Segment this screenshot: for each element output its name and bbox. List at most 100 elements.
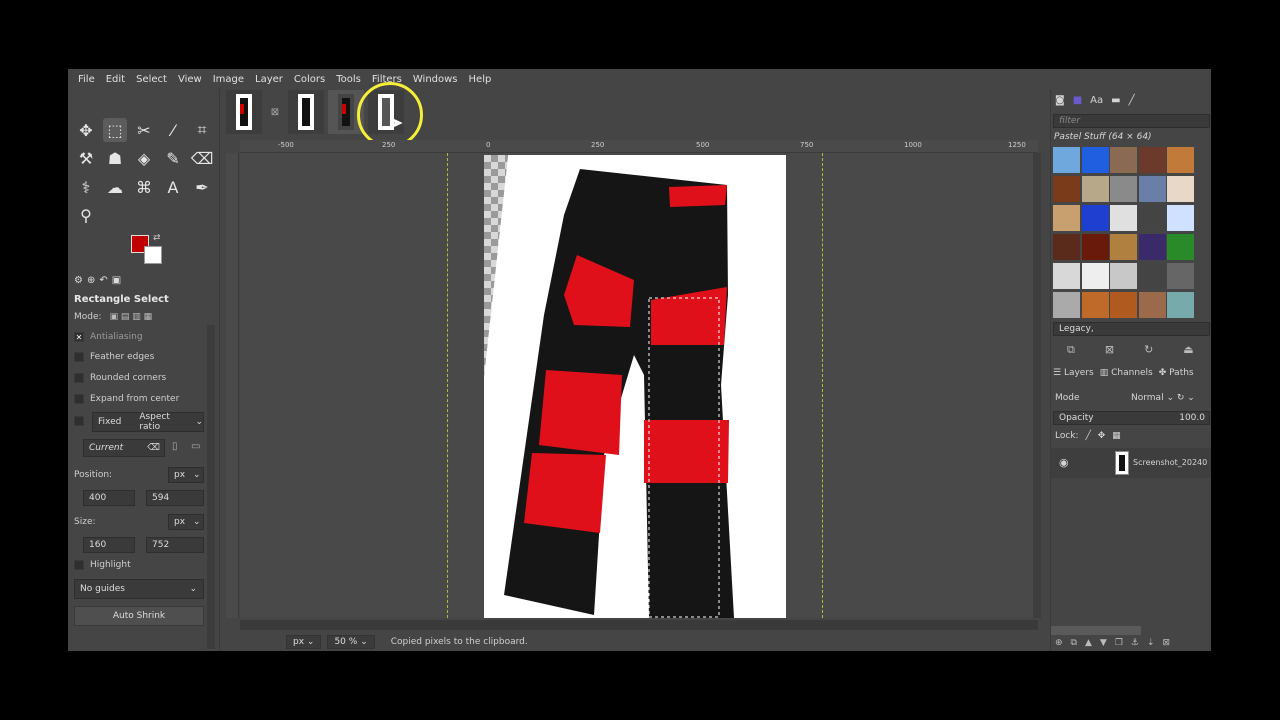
image-tab-1[interactable] — [226, 90, 262, 134]
menu-windows[interactable]: Windows — [413, 74, 458, 85]
pattern-swatch[interactable] — [1081, 176, 1109, 202]
menu-select[interactable]: Select — [136, 74, 167, 85]
size-unit-select[interactable]: px ⌄ — [168, 514, 204, 530]
menu-tools[interactable]: Tools — [336, 74, 361, 85]
paintbrush-tool-icon[interactable]: ✎ — [161, 146, 185, 170]
current-field[interactable]: Current ⌫ — [83, 439, 165, 457]
tab-paths[interactable]: ✤ Paths — [1159, 368, 1194, 378]
clear-icon[interactable]: ⌫ — [147, 443, 160, 453]
position-unit-select[interactable]: px ⌄ — [168, 467, 204, 483]
pattern-swatch[interactable] — [1081, 147, 1109, 173]
pattern-swatch[interactable] — [1110, 205, 1137, 231]
pattern-swatch[interactable] — [1053, 176, 1080, 202]
feather-row[interactable]: Feather edges — [74, 352, 154, 362]
position-y-input[interactable]: 594 — [146, 490, 204, 506]
canvas-vertical-scrollbar[interactable] — [1033, 153, 1041, 618]
pattern-swatch[interactable] — [1081, 234, 1109, 260]
tool-options-scrollbar[interactable] — [207, 325, 215, 649]
highlight-row[interactable]: Highlight — [74, 560, 131, 570]
tab-layers[interactable]: ☰ Layers — [1053, 368, 1094, 378]
size-w-input[interactable]: 160 — [83, 537, 135, 553]
crop-tool-icon[interactable]: ⌗ — [190, 118, 214, 142]
lock-position-icon[interactable]: ✥ — [1098, 431, 1106, 441]
rect-select-tool-icon[interactable]: ⬚ — [103, 118, 127, 142]
pattern-swatch[interactable] — [1081, 205, 1109, 231]
canvas-horizontal-scrollbar[interactable] — [240, 620, 1038, 630]
portrait-icon[interactable]: ▯ — [172, 441, 178, 452]
color-picker-tool-icon[interactable]: ✒ — [190, 175, 214, 199]
move-tool-icon[interactable]: ✥ — [74, 118, 98, 142]
device-status-tab-icon[interactable]: ⊕ — [87, 275, 95, 289]
tab-channels[interactable]: ▥ Channels — [1100, 368, 1153, 378]
duplicate-icon[interactable]: ⧉ — [1067, 343, 1075, 357]
expand-checkbox[interactable] — [74, 394, 84, 404]
zoom-select[interactable]: 50 % ⌄ — [327, 634, 375, 649]
brushes-tab-icon[interactable]: ◙ — [1055, 95, 1065, 106]
pattern-swatch[interactable] — [1167, 205, 1194, 231]
patterns-tab-icon[interactable]: ■ — [1073, 95, 1082, 106]
position-x-input[interactable]: 400 — [83, 490, 135, 506]
fixed-dropdown[interactable]: Fixed Aspect ratio ⌄ — [92, 412, 204, 432]
pattern-swatch[interactable] — [1081, 292, 1109, 318]
highlight-checkbox[interactable] — [74, 560, 84, 570]
pattern-swatch[interactable] — [1138, 263, 1166, 289]
pattern-swatch[interactable] — [1110, 292, 1137, 318]
pattern-swatch[interactable] — [1138, 176, 1166, 202]
image-tab-2[interactable] — [288, 90, 324, 134]
auto-shrink-button[interactable]: Auto Shrink — [74, 606, 204, 626]
eye-icon[interactable]: ◉ — [1059, 456, 1069, 469]
layer-mode-select[interactable]: Normal ⌄ ↻ ⌄ — [1131, 393, 1195, 403]
layers-scrollbar[interactable] — [1051, 626, 1141, 635]
fixed-checkbox[interactable] — [74, 416, 84, 426]
pattern-swatch[interactable] — [1053, 147, 1080, 173]
antialiasing-row[interactable]: ✕ Antialiasing — [74, 332, 143, 342]
guides-dropdown[interactable]: No guides ⌄ — [74, 579, 204, 599]
pattern-swatch[interactable] — [1110, 234, 1137, 260]
pattern-swatch[interactable] — [1138, 147, 1166, 173]
export-icon[interactable]: ⏏ — [1183, 343, 1193, 357]
text-tool-icon[interactable]: A — [161, 175, 185, 199]
pattern-swatch[interactable] — [1081, 263, 1109, 289]
antialiasing-checkbox[interactable]: ✕ — [74, 332, 84, 342]
menu-file[interactable]: File — [78, 74, 95, 85]
smudge-tool-icon[interactable]: ☁ — [103, 175, 127, 199]
close-icon[interactable]: ⊠ — [266, 90, 284, 134]
pattern-filter-input[interactable]: filter — [1053, 114, 1210, 128]
refresh-icon[interactable]: ↻ — [1144, 343, 1153, 357]
menu-view[interactable]: View — [178, 74, 202, 85]
new-group-icon[interactable]: ⧉ — [1071, 638, 1077, 648]
rounded-checkbox[interactable] — [74, 373, 84, 383]
delete-icon[interactable]: ⊠ — [1105, 343, 1114, 357]
layer-row[interactable]: ◉ Screenshot_20240 — [1051, 448, 1211, 478]
clone-tool-icon[interactable]: ☗ — [103, 146, 127, 170]
preset-field[interactable]: Legacy, — [1053, 322, 1210, 336]
pattern-swatch[interactable] — [1167, 234, 1194, 260]
eraser-tool-icon[interactable]: ⌫ — [190, 146, 214, 170]
scissors-tool-icon[interactable]: ✂ — [132, 118, 156, 142]
pattern-swatch[interactable] — [1167, 147, 1194, 173]
size-h-input[interactable]: 752 — [146, 537, 204, 553]
mode-replace-icon[interactable]: ▣ ▤ ▥ ▦ — [110, 312, 153, 322]
tool-options-tab-icon[interactable]: ⚙ — [74, 275, 83, 289]
bucket-fill-tool-icon[interactable]: ◈ — [132, 146, 156, 170]
menu-help[interactable]: Help — [469, 74, 492, 85]
duplicate-layer-icon[interactable]: ❐ — [1115, 638, 1123, 648]
pattern-swatch[interactable] — [1053, 263, 1080, 289]
warp-tool-icon[interactable]: ⚒ — [74, 146, 98, 170]
background-color-swatch[interactable] — [144, 246, 162, 264]
heal-tool-icon[interactable]: ⚕ — [74, 175, 98, 199]
image-canvas[interactable] — [240, 153, 1038, 618]
menu-edit[interactable]: Edit — [106, 74, 125, 85]
landscape-icon[interactable]: ▭ — [191, 441, 200, 452]
document-tab-icon[interactable]: ▬ — [1111, 95, 1120, 106]
pattern-swatch[interactable] — [1138, 205, 1166, 231]
pattern-swatch[interactable] — [1110, 147, 1137, 173]
pattern-swatch[interactable] — [1138, 234, 1166, 260]
raise-layer-icon[interactable]: ▲ — [1085, 638, 1092, 648]
brush-tab-icon[interactable]: ╱ — [1129, 95, 1135, 106]
delete-layer-icon[interactable]: ⊠ — [1163, 638, 1171, 648]
zoom-tool-icon[interactable]: ⚲ — [74, 203, 98, 227]
lock-pixels-icon[interactable]: ╱ — [1085, 431, 1090, 441]
expand-row[interactable]: Expand from center — [74, 394, 179, 404]
menu-layer[interactable]: Layer — [255, 74, 283, 85]
